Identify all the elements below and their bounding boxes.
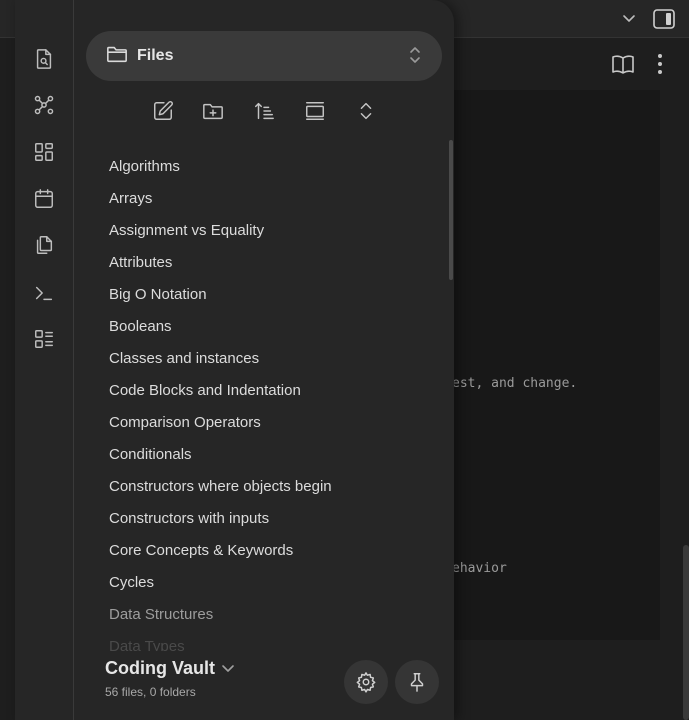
graph-icon[interactable] [29,90,59,120]
file-item[interactable]: Data Types [109,631,185,651]
pin-icon [410,673,424,692]
file-item[interactable]: Constructors with inputs [109,503,269,535]
vault-name: Coding Vault [105,658,215,678]
code-line: est, and change. [452,376,578,391]
list-icon[interactable] [29,324,59,354]
file-item[interactable]: Arrays [109,183,152,215]
new-folder-icon[interactable] [198,96,228,126]
file-item[interactable]: Core Concepts & Keywords [109,535,293,567]
file-item[interactable]: Booleans [109,311,172,343]
terminal-icon[interactable] [29,278,59,308]
file-item[interactable]: Big O Notation [109,279,207,311]
file-item[interactable]: Cycles [109,567,154,599]
file-item[interactable]: Algorithms [109,151,180,183]
grid-icon[interactable] [29,137,59,167]
settings-button[interactable] [344,660,388,704]
vault-stats: 56 files, 0 folders [105,685,196,699]
ribbon [15,0,74,720]
sidebar-toggle-icon[interactable] [651,7,677,31]
copy-icon[interactable] [29,230,59,260]
file-list-scrollbar[interactable] [449,140,453,280]
chevron-down-icon [222,664,234,672]
view-switcher[interactable]: Files [86,31,442,81]
file-explorer-panel: Files Algorithms Arrays Assignment vs Eq… [75,0,454,720]
book-open-icon[interactable] [610,51,636,77]
chevron-up-down-icon [408,46,422,69]
new-note-icon[interactable] [148,96,178,126]
file-item[interactable]: Classes and instances [109,343,259,375]
nav-actions [75,92,454,130]
file-item[interactable]: Assignment vs Equality [109,215,264,247]
file-search-icon[interactable] [29,44,59,74]
editor-area[interactable]: est, and change. ehavior [440,90,660,640]
pin-button[interactable] [395,660,439,704]
file-item[interactable]: Constructors where objects begin [109,471,332,503]
code-line: ehavior [452,561,507,576]
file-item[interactable]: Data Structures [109,599,213,631]
file-item[interactable]: Code Blocks and Indentation [109,375,301,407]
folder-icon [106,43,128,70]
editor-scrollbar[interactable] [683,545,689,720]
chevron-down-icon[interactable] [620,10,638,28]
auto-reveal-icon[interactable] [300,96,330,126]
sort-icon[interactable] [249,96,279,126]
more-options-icon[interactable] [650,51,670,77]
file-item[interactable]: Conditionals [109,439,192,471]
calendar-icon[interactable] [29,184,59,214]
file-item[interactable]: Comparison Operators [109,407,261,439]
view-switcher-label: Files [137,47,174,64]
left-sidebar-drawer: Files Algorithms Arrays Assignment vs Eq… [15,0,454,720]
expand-collapse-icon[interactable] [351,96,381,126]
gear-icon [356,672,376,693]
file-item[interactable]: Attributes [109,247,172,279]
file-list: Algorithms Arrays Assignment vs Equality… [75,151,454,651]
vault-switcher[interactable]: Coding Vault 56 files, 0 folders [105,658,235,699]
